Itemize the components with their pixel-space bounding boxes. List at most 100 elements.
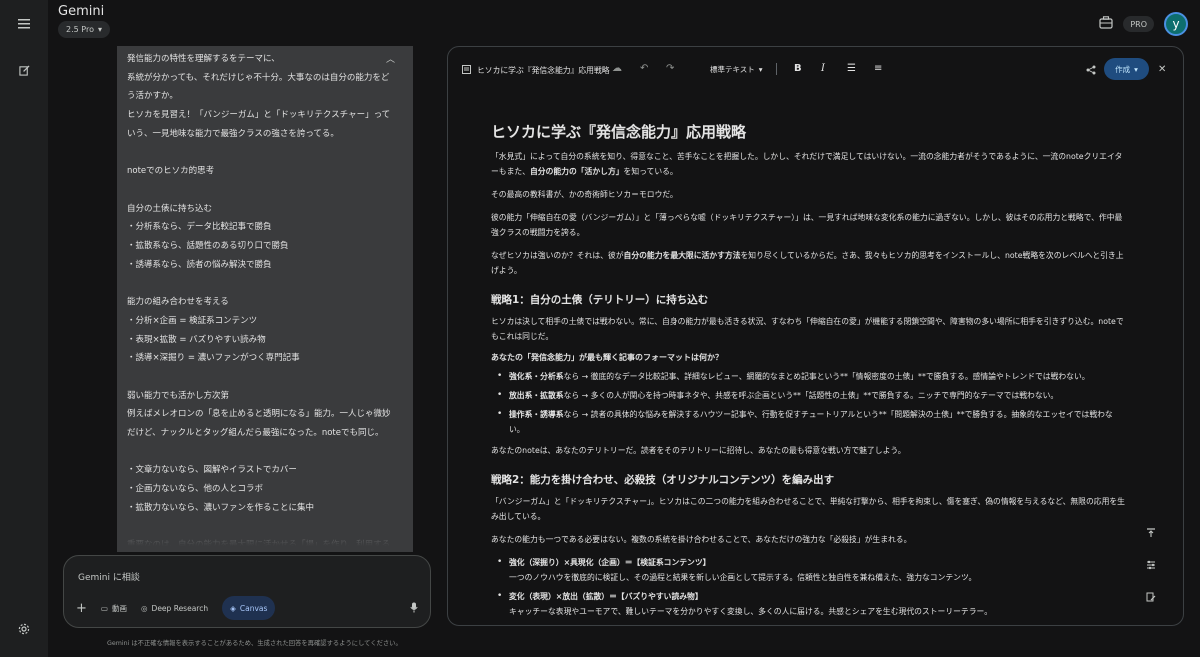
chat-line bbox=[127, 274, 401, 293]
redo-icon[interactable]: ↷ bbox=[666, 63, 674, 74]
chat-line: ・分析系なら、データ比較記事で勝負 bbox=[127, 222, 272, 233]
chat-line: いう、一見地味な能力で最強クラスの強さを誇ってる。 bbox=[127, 128, 339, 139]
plus-icon: + bbox=[76, 600, 87, 616]
share-icon[interactable] bbox=[1086, 64, 1096, 78]
video-tool-label: 動画 bbox=[112, 603, 127, 613]
side-tools bbox=[1146, 527, 1156, 605]
list-item: 強化系・分析系なら → 徹底的なデータ比較記事、詳細なレビュー、網羅的なまとめ記… bbox=[497, 369, 1127, 384]
canvas-panel: ヒソカに学ぶ『発信念能力』応用戦略 ☁ ↶ ↷ 標準テキスト ▾ B I ☰ ≡… bbox=[447, 46, 1184, 626]
left-rail bbox=[0, 0, 48, 657]
settings-icon[interactable] bbox=[14, 619, 34, 639]
bold-icon[interactable]: B bbox=[794, 63, 802, 74]
italic-icon[interactable]: I bbox=[821, 63, 825, 74]
list-item: 放出系・拡散系なら → 多くの人が関心を持つ時事ネタや、共感を呼ぶ企画という**… bbox=[497, 388, 1127, 403]
doc-paragraph: 「水見式」によって自分の系統を知り、得意なこと、苦手なことを把握した。しかし、そ… bbox=[491, 152, 1123, 176]
list-item: 操作（誘導）×強化（専門性）＝【信者を生む専門記事】 bbox=[497, 623, 1127, 625]
chat-line: 弱い能力でも活かし方次第 bbox=[127, 390, 230, 401]
new-chat-icon[interactable] bbox=[14, 60, 34, 80]
model-label: 2.5 Pro bbox=[66, 25, 94, 34]
chat-line: 能力の組み合わせを考える bbox=[127, 297, 229, 308]
chat-line: 自分の土俵に持ち込む bbox=[127, 203, 213, 214]
chat-line: ・誘導系なら、読者の悩み解決で勝負 bbox=[127, 259, 272, 270]
chat-line: ・分析×企画 = 検証系コンテンツ bbox=[127, 315, 258, 326]
chat-line: 発信能力の特性を理解するをテーマに、 bbox=[127, 54, 280, 64]
briefcase-icon[interactable] bbox=[1099, 16, 1113, 32]
avatar[interactable]: y bbox=[1164, 12, 1188, 36]
text-style-label: 標準テキスト bbox=[710, 65, 755, 74]
chat-line: ・企画力ないなら、他の人とコラボ bbox=[127, 484, 264, 495]
create-button[interactable]: 作成 ▾ bbox=[1104, 58, 1149, 80]
toolbar-divider bbox=[776, 63, 777, 75]
prompt-input[interactable]: Gemini に相談 bbox=[78, 570, 140, 583]
document-icon bbox=[462, 63, 471, 77]
app-title: Gemini bbox=[58, 4, 105, 19]
doc-paragraph: 彼の能力「伸縮自在の愛（バンジーガム）」と「薄っぺらな嘘（ドッキリテクスチャー）… bbox=[491, 213, 1123, 237]
chat-line: 系統が分かっても、それだけじゃ不十分。大事なのは自分の能力をど bbox=[127, 72, 390, 83]
chat-line: ヒソカを見習え！「バンジーガム」と「ドッキリテクスチャー」って bbox=[127, 110, 391, 121]
doc-paragraph: その最高の教科書が、かの奇術師ヒソカ＝モロウだ。 bbox=[491, 190, 678, 199]
subsection-heading: あなたの「発信念能力」が最も輝く記事のフォーマットは何か？ bbox=[491, 353, 723, 362]
model-selector[interactable]: 2.5 Pro ▾ bbox=[58, 21, 110, 38]
list-item: 操作系・誘導系なら → 読者の具体的な悩みを解決するハウツー記事や、行動を促すチ… bbox=[497, 407, 1127, 437]
prompt-box: Gemini に相談 + ▭ 動画 ◎ Deep Research ◈ Canv… bbox=[63, 555, 431, 628]
doc-title-wrap: ヒソカに学ぶ『発信念能力』応用戦略 bbox=[462, 63, 610, 77]
caret-down-icon: ▾ bbox=[758, 65, 763, 74]
chat-line: ・文章力ないなら、図解やイラストでカバー bbox=[127, 465, 297, 476]
video-tool-button[interactable]: ▭ 動画 bbox=[101, 596, 127, 620]
section-heading: 戦略2：能力を掛け合わせ、必殺技（オリジナルコンテンツ）を編み出す bbox=[491, 474, 835, 486]
chat-line bbox=[127, 443, 401, 462]
chat-response: 発信能力の特性を理解するをテーマに、系統が分かっても、それだけじゃ不十分。大事な… bbox=[117, 46, 413, 552]
chat-line bbox=[127, 181, 401, 200]
deep-research-label: Deep Research bbox=[151, 603, 209, 613]
research-icon: ◎ bbox=[141, 603, 148, 613]
chat-line: 例えばメレオロンの「息を止めると透明になる」能力。一人じゃ微妙 bbox=[127, 409, 391, 420]
chat-line: ・拡散系なら、話題性のある切り口で勝負 bbox=[127, 241, 289, 251]
chat-line bbox=[127, 144, 401, 163]
list-item: 強化（深掘り）×具現化（企画）＝【検証系コンテンツ】一つのノウハウを徹底的に検証… bbox=[497, 555, 1127, 585]
add-attachment-button[interactable]: + bbox=[76, 596, 87, 620]
doc-paragraph: なぜヒソカは強いのか？それは、彼が自分の能力を最大限に活かす方法を知り尽くしてい… bbox=[491, 251, 1124, 275]
pro-badge: PRO bbox=[1123, 16, 1154, 32]
canvas-icon: ◈ bbox=[230, 603, 236, 613]
disclaimer: Gemini は不正確な情報を表示することがあるため、生成された回答を再確認する… bbox=[107, 640, 402, 647]
doc-paragraph: あなたの能力も一つである必要はない。複数の系統を掛け合わせることで、あなただけの… bbox=[491, 535, 912, 544]
scroll-fade bbox=[117, 512, 413, 552]
canvas-tool-label: Canvas bbox=[239, 603, 268, 613]
mic-icon[interactable] bbox=[410, 602, 418, 616]
bulleted-list-icon[interactable]: ☰ bbox=[847, 63, 856, 74]
list-item: 変化（表現）×放出（拡散）＝【バズりやすい読み物】キャッチーな表現やユーモアで、… bbox=[497, 589, 1127, 619]
chat-line: ・誘導×深掘り = 濃いファンがつく専門記事 bbox=[127, 353, 300, 364]
canvas-toolbar: ヒソカに学ぶ『発信念能力』応用戦略 ☁ ↶ ↷ 標準テキスト ▾ B I ☰ ≡… bbox=[448, 47, 1183, 91]
create-label: 作成 bbox=[1115, 64, 1131, 74]
close-icon[interactable]: ✕ bbox=[1158, 64, 1166, 75]
doc-paragraph: ヒソカは決して相手の土俵では戦わない。常に、自身の能力が最も活きる状況、すなわち… bbox=[491, 317, 1124, 341]
chat-line: う活かすか。 bbox=[127, 91, 178, 102]
chevron-up-icon[interactable]: ︿ bbox=[386, 52, 395, 65]
deep-research-button[interactable]: ◎ Deep Research bbox=[141, 596, 208, 620]
chevron-down-icon: ▾ bbox=[97, 25, 102, 34]
chat-line bbox=[127, 368, 401, 387]
doc-paragraph: あなたのnoteは、あなたのテリトリーだ。読者をそのテリトリーに招待し、あなたの… bbox=[491, 446, 906, 455]
section-heading: 戦略1：自分の土俵（テリトリー）に持ち込む bbox=[491, 294, 709, 306]
doc-heading: ヒソカに学ぶ『発信念能力』応用戦略 bbox=[491, 123, 747, 141]
canvas-tool-button[interactable]: ◈ Canvas bbox=[222, 596, 276, 620]
video-icon: ▭ bbox=[100, 603, 108, 613]
bullet-list: 強化（深掘り）×具現化（企画）＝【検証系コンテンツ】一つのノウハウを徹底的に検証… bbox=[497, 555, 1127, 625]
prompt-tools: + ▭ 動画 ◎ Deep Research ◈ Canvas bbox=[76, 596, 276, 620]
text-style-select[interactable]: 標準テキスト ▾ bbox=[710, 64, 763, 75]
chat-line: ・表現×拡散 = バズりやすい読み物 bbox=[127, 334, 266, 345]
doc-paragraph: 「バンジーガム」と「ドッキリテクスチャー」。ヒソカはこの二つの能力を組み合わせる… bbox=[491, 497, 1125, 521]
bullet-list: 強化系・分析系なら → 徹底的なデータ比較記事、詳細なレビュー、網羅的なまとめ記… bbox=[497, 369, 1127, 437]
chat-line: だけど、ナックルとタッグ組んだら最強になった。noteでも同じ。 bbox=[127, 428, 384, 438]
cloud-sync-icon: ☁ bbox=[612, 63, 622, 74]
align-top-icon[interactable] bbox=[1146, 527, 1156, 541]
chat-line: noteでのヒソカ的思考 bbox=[127, 166, 215, 177]
chevron-down-icon: ▾ bbox=[1134, 64, 1138, 74]
document-body[interactable]: ヒソカに学ぶ『発信念能力』応用戦略 「水見式」によって自分の系統を知り、得意なこ… bbox=[491, 121, 1127, 625]
canvas-title: ヒソカに学ぶ『発信念能力』応用戦略 bbox=[477, 65, 610, 75]
undo-icon[interactable]: ↶ bbox=[640, 63, 648, 74]
tune-icon[interactable] bbox=[1146, 559, 1156, 573]
menu-icon[interactable] bbox=[14, 14, 34, 34]
numbered-list-icon[interactable]: ≡ bbox=[874, 63, 882, 74]
document-edit-icon[interactable] bbox=[1146, 591, 1156, 605]
